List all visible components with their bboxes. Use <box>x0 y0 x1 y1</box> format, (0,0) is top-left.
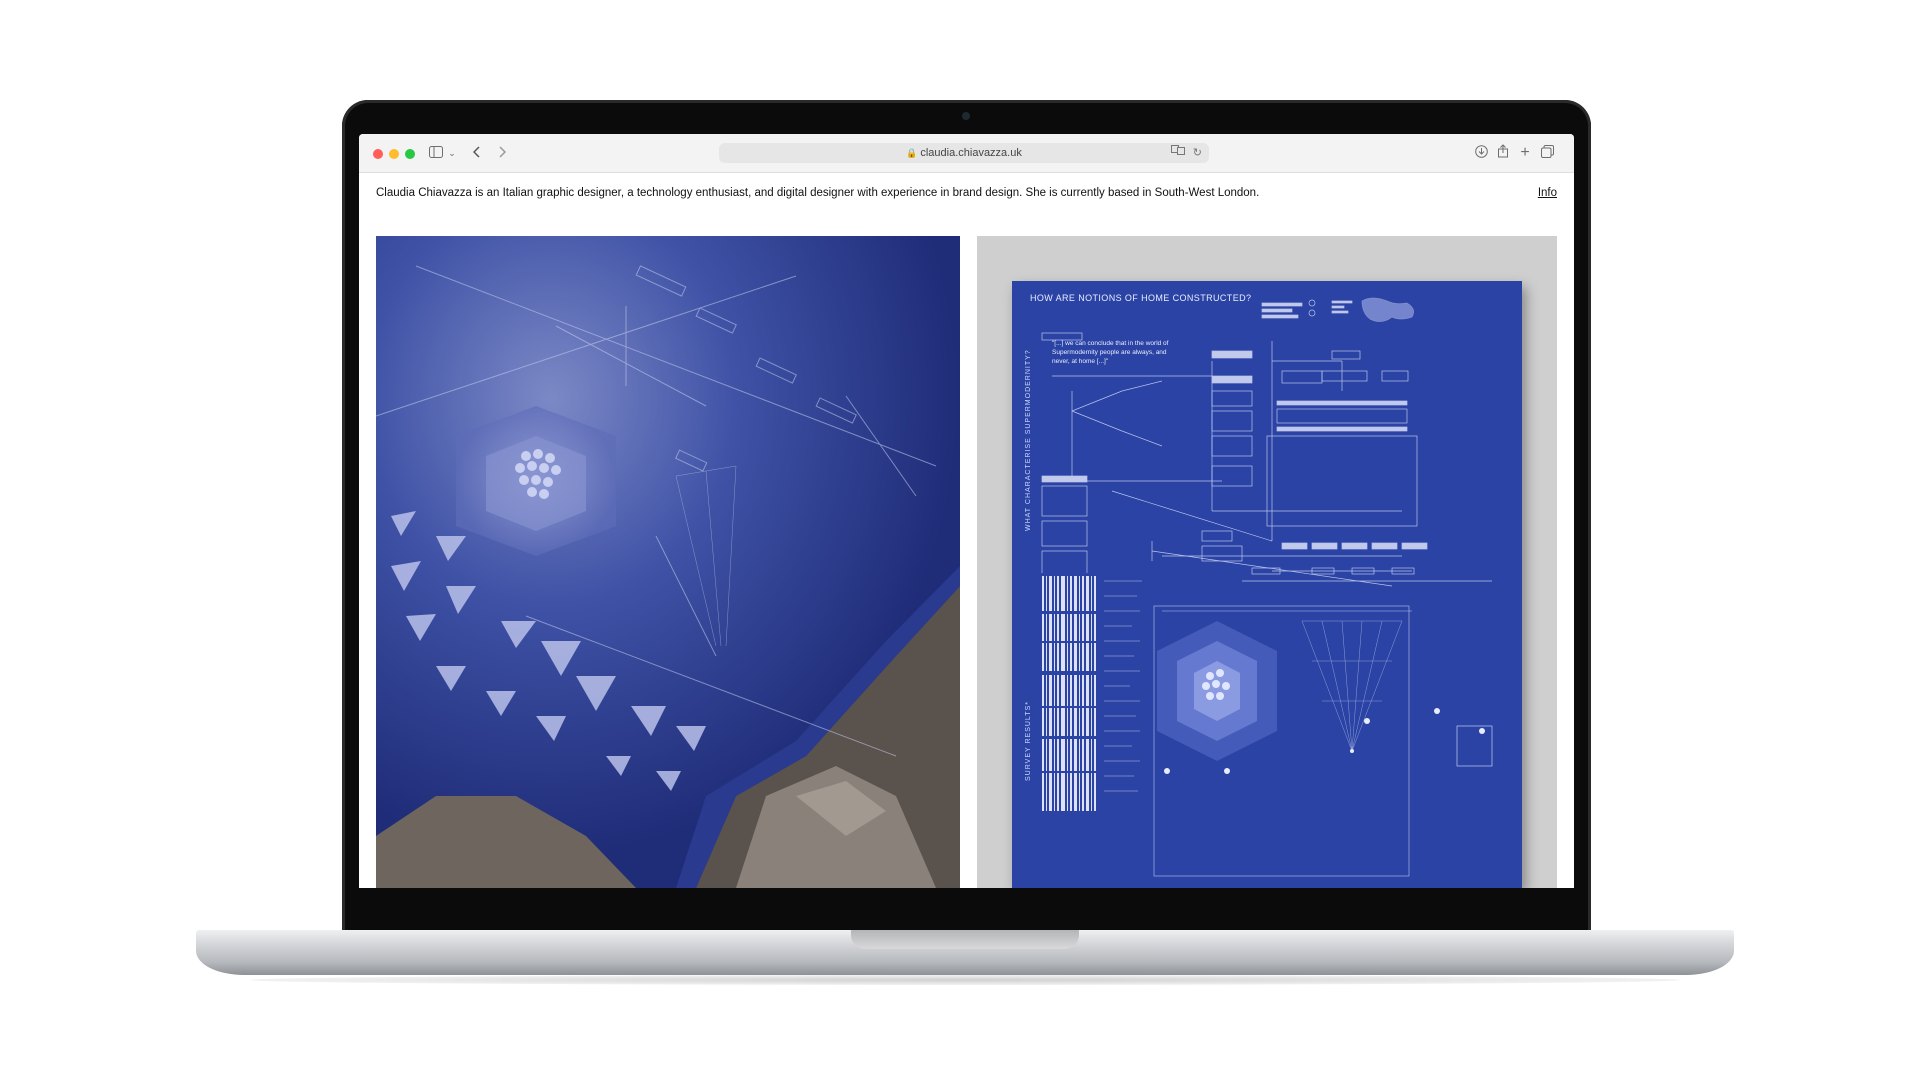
laptop-screen: ⌄ 🔒 claudia.chiavazza.uk ↻ + Claudia Chi… <box>359 134 1574 888</box>
project-image-poster[interactable]: HOW ARE NOTIONS OF HOME CONSTRUCTED? "[.… <box>977 236 1557 888</box>
info-link[interactable]: Info <box>1538 185 1557 201</box>
intro-text: Claudia Chiavazza is an Italian graphic … <box>376 187 1260 199</box>
address-bar[interactable]: 🔒 claudia.chiavazza.uk ↻ <box>719 143 1209 163</box>
back-chevron-left-icon[interactable] <box>469 143 485 163</box>
sidebar-chevron-down-icon[interactable]: ⌄ <box>447 143 457 163</box>
lock-icon: 🔒 <box>906 148 918 158</box>
project-image-photo[interactable] <box>376 236 960 888</box>
camera <box>962 112 970 120</box>
download-icon[interactable] <box>1473 143 1489 163</box>
sidebar-icon[interactable] <box>427 143 445 163</box>
new-tab-plus-icon[interactable]: + <box>1517 143 1533 163</box>
laptop-base <box>196 930 1734 975</box>
web-page: Claudia Chiavazza is an Italian graphic … <box>359 173 1574 888</box>
laptop-notch <box>851 930 1079 949</box>
share-icon[interactable] <box>1495 143 1511 163</box>
minimize-window-button[interactable] <box>389 149 399 159</box>
translate-icon[interactable] <box>1171 143 1185 163</box>
tab-overview-icon[interactable] <box>1539 143 1555 163</box>
zoom-window-button[interactable] <box>405 149 415 159</box>
reload-icon[interactable]: ↻ <box>1193 143 1202 163</box>
close-window-button[interactable] <box>373 149 383 159</box>
browser-toolbar: ⌄ 🔒 claudia.chiavazza.uk ↻ + <box>359 134 1574 173</box>
url-text: claudia.chiavazza.uk <box>920 147 1022 159</box>
laptop-shadow <box>250 975 1680 985</box>
poster: HOW ARE NOTIONS OF HOME CONSTRUCTED? "[.… <box>1012 281 1522 888</box>
forward-chevron-right-icon[interactable] <box>494 143 510 163</box>
laptop-lid: ⌄ 🔒 claudia.chiavazza.uk ↻ + Claudia Chi… <box>342 100 1591 938</box>
